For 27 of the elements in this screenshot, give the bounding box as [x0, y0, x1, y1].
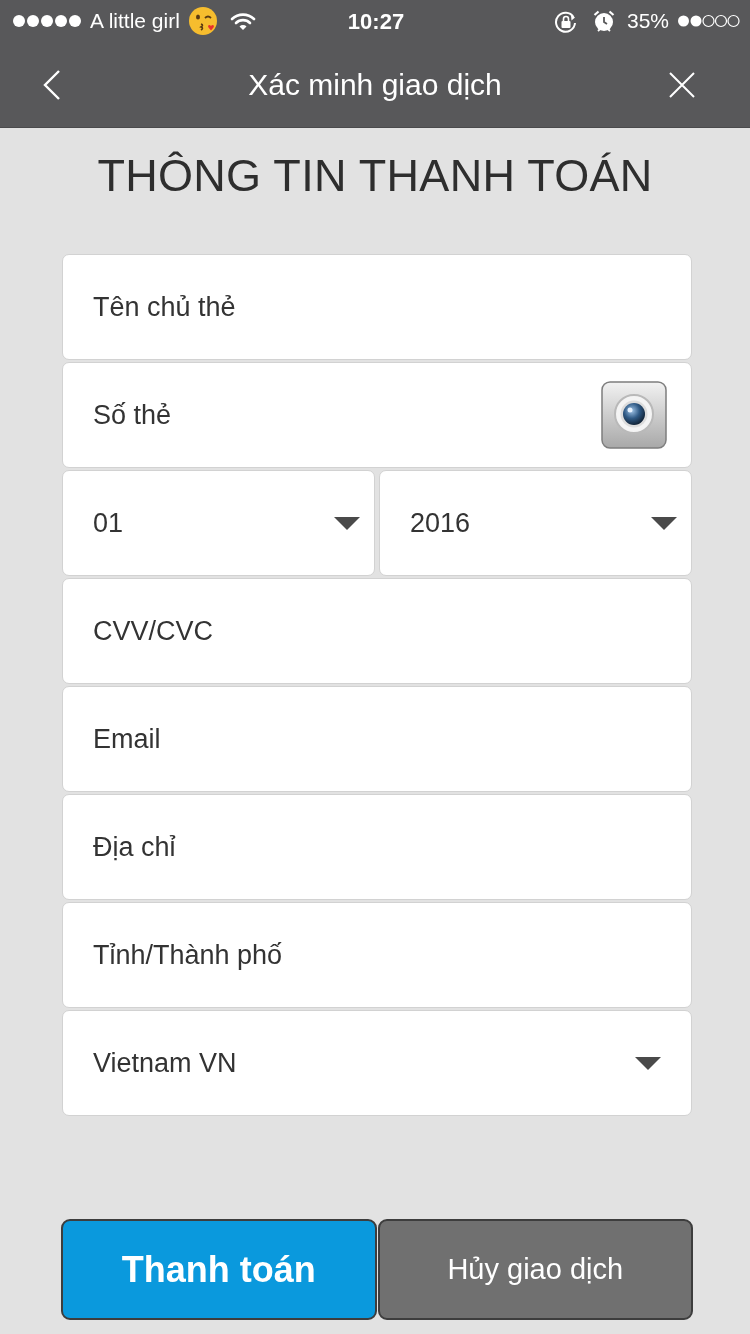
- cancel-button[interactable]: Hủy giao dịch: [377, 1219, 693, 1320]
- caret-icon: [635, 1056, 661, 1070]
- dot-indicator-icon: [677, 14, 740, 28]
- select-field[interactable]: 2016: [379, 470, 692, 576]
- input-field[interactable]: Email: [62, 686, 692, 792]
- caret-icon: [334, 516, 360, 530]
- camera-icon[interactable]: [601, 381, 667, 449]
- input-field[interactable]: Tên chủ thẻ: [62, 254, 692, 360]
- screen-title: Xác minh giao dịch: [247, 67, 503, 103]
- signal-dots-icon: [12, 14, 82, 28]
- back-icon[interactable]: [42, 68, 62, 101]
- alarm-clock-icon: [592, 10, 615, 32]
- close-icon[interactable]: [669, 71, 695, 98]
- select-field[interactable]: Vietnam VN: [62, 1010, 692, 1116]
- input-field[interactable]: Địa chỉ: [62, 794, 692, 900]
- input-field[interactable]: CVV/CVC: [62, 578, 692, 684]
- wifi-icon: [229, 11, 256, 31]
- page-heading: THÔNG TIN THANH TOÁN: [96, 149, 654, 203]
- battery-percent: 35%: [626, 8, 669, 35]
- caret-icon: [651, 516, 677, 530]
- input-field[interactable]: Tỉnh/Thành phố: [62, 902, 692, 1008]
- kissing-face-icon: [187, 6, 218, 36]
- rotation-lock-icon: [553, 9, 577, 33]
- carrier-name: A little girl: [90, 8, 180, 35]
- input-field[interactable]: Số thẻ: [62, 362, 692, 468]
- clock-time: 10:27: [347, 7, 405, 36]
- select-field[interactable]: 01: [62, 470, 375, 576]
